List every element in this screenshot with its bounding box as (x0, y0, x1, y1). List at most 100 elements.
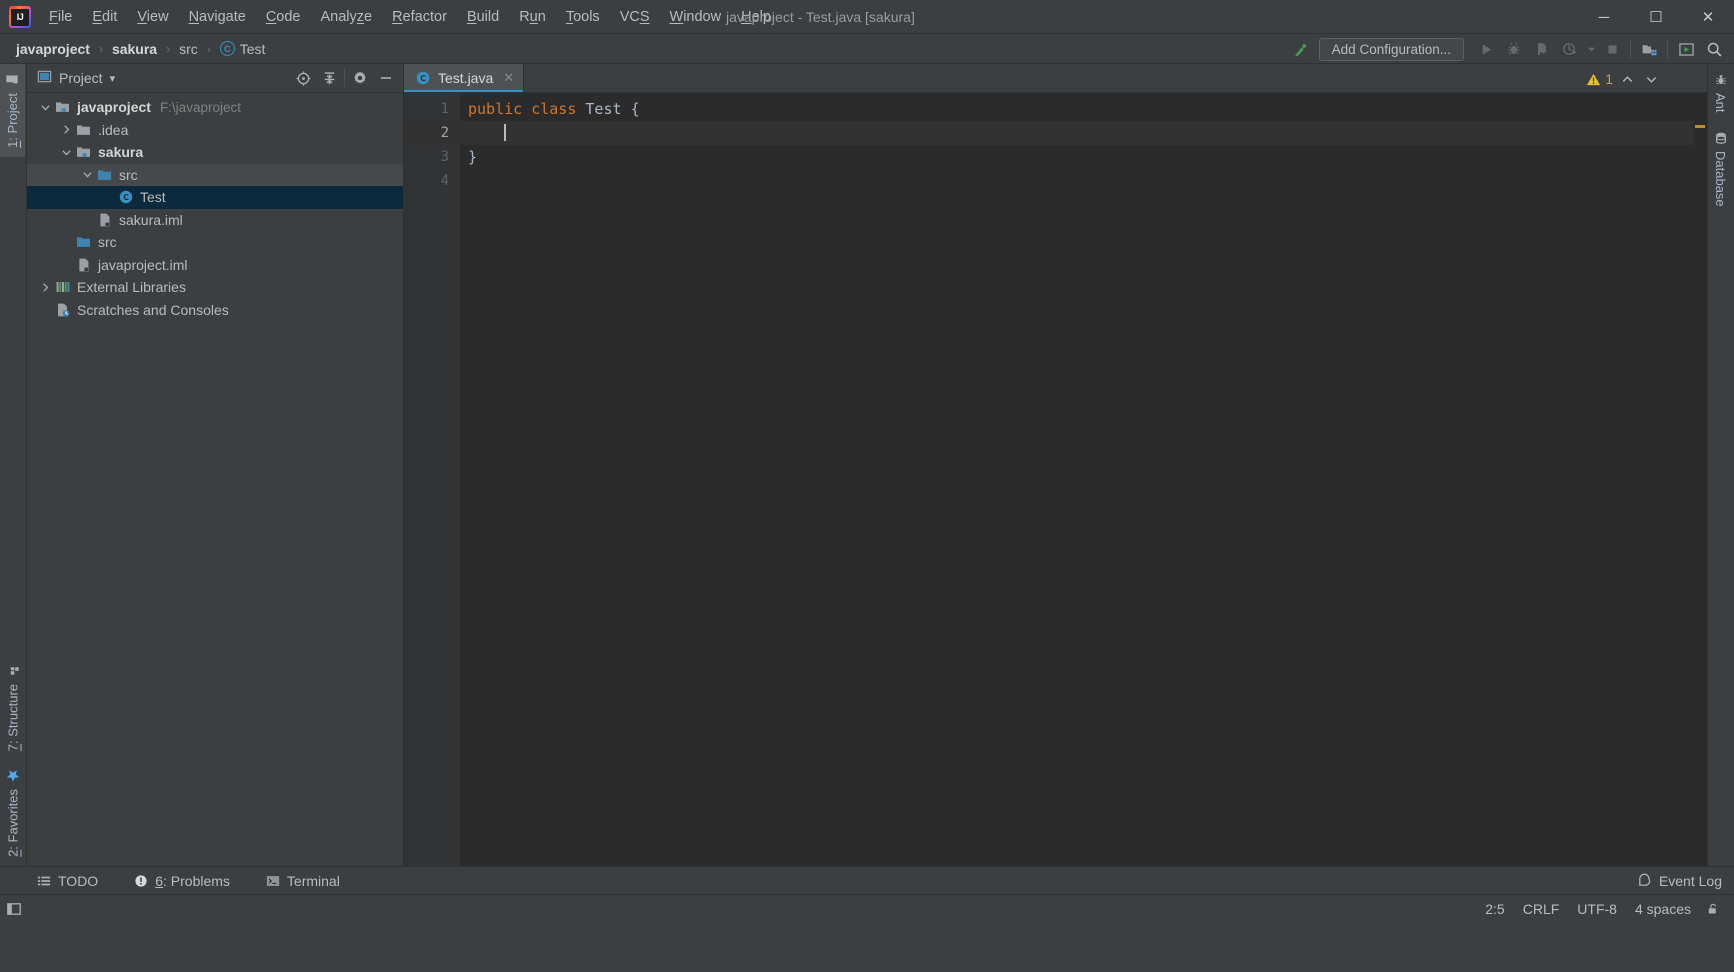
menu-code[interactable]: Code (256, 5, 311, 29)
project-panel-tools (290, 66, 399, 90)
line-separator[interactable]: CRLF (1514, 898, 1569, 920)
maximize-button[interactable]: ☐ (1630, 0, 1682, 34)
bottom-tool-problems[interactable]: 6: Problems (129, 870, 235, 892)
debug-icon[interactable] (1500, 36, 1528, 62)
tree-node-src[interactable]: src (27, 231, 403, 254)
caret-position[interactable]: 2:5 (1476, 898, 1513, 920)
stop-icon[interactable] (1598, 36, 1626, 62)
code-line-2[interactable] (460, 121, 1693, 145)
menu-file[interactable]: File (39, 5, 82, 29)
editor-tab-testjava[interactable]: C Test.java ✕ (404, 64, 525, 92)
chevron-down-icon[interactable] (1584, 36, 1598, 62)
breadcrumb-item-javaproject[interactable]: javaproject (12, 39, 94, 59)
menu-analyze[interactable]: Analyze (311, 5, 383, 29)
favorites-star-icon (6, 769, 20, 783)
chevron-down-icon[interactable] (58, 147, 75, 158)
breadcrumb-item-sakura[interactable]: sakura (108, 39, 161, 59)
menu-vcs[interactable]: VCS (610, 5, 660, 29)
tree-node-label: Scratches and Consoles (77, 301, 229, 318)
tree-node-javaproject[interactable]: javaproject F:\javaproject (27, 96, 403, 119)
line-number-1[interactable]: 1 (404, 97, 460, 121)
tree-node-label: External Libraries (77, 279, 186, 296)
run-with-coverage-icon[interactable] (1528, 36, 1556, 62)
event-log-button[interactable]: Event Log (1637, 873, 1722, 889)
tree-node-src[interactable]: src (27, 163, 403, 186)
code-line-4[interactable] (460, 169, 1693, 193)
tool-stripe-button-favorites[interactable]: 2: Favorites (0, 760, 26, 866)
tree-node-sakura[interactable]: sakura (27, 141, 403, 164)
menu-run[interactable]: Run (509, 5, 556, 29)
tree-node-scratches-and-consoles[interactable]: Scratches and Consoles (27, 299, 403, 322)
line-number-2[interactable]: 2 (404, 121, 460, 145)
bottom-tool-terminal[interactable]: Terminal (261, 870, 345, 892)
hide-panel-icon[interactable] (373, 66, 399, 90)
svg-text:C: C (420, 74, 426, 83)
indent-setting[interactable]: 4 spaces (1626, 898, 1700, 920)
breadcrumb-separator: › (166, 41, 171, 56)
menu-view[interactable]: View (127, 5, 178, 29)
warning-stripe-marker[interactable] (1695, 125, 1705, 128)
java-class-icon: C (117, 189, 135, 205)
minimize-button[interactable]: ─ (1578, 0, 1630, 34)
source-folder-icon (75, 234, 93, 250)
bottom-tool-todo[interactable]: TODO (32, 870, 103, 892)
tree-node-test[interactable]: C Test (27, 186, 403, 209)
project-panel-header: Project ▾ (27, 64, 403, 93)
menu-tools[interactable]: Tools (556, 5, 610, 29)
next-problem-button[interactable] (1641, 69, 1661, 89)
updates-icon[interactable] (1672, 36, 1700, 62)
tool-stripe-button-project[interactable]: 1: Project (0, 64, 25, 157)
project-structure-icon[interactable] (1635, 36, 1663, 62)
tree-node-external-libraries[interactable]: External Libraries (27, 276, 403, 299)
toggle-toolwindows-icon[interactable] (0, 895, 28, 923)
breadcrumb-item-src[interactable]: src (175, 39, 202, 59)
menu-edit[interactable]: Edit (82, 5, 127, 29)
locate-icon[interactable] (290, 66, 316, 90)
bottom-tool-stripe: TODO 6: Problems Terminal Event Log (0, 866, 1734, 894)
add-configuration-button[interactable]: Add Configuration... (1318, 37, 1464, 61)
token-brace: } (468, 148, 478, 166)
profile-icon[interactable] (1556, 36, 1584, 62)
inspection-widget: 1 (1586, 69, 1661, 89)
tree-node--idea[interactable]: .idea (27, 119, 403, 142)
menu-navigate[interactable]: Navigate (179, 5, 256, 29)
line-number-3[interactable]: 3 (404, 145, 460, 169)
settings-gear-icon[interactable] (347, 66, 373, 90)
menu-window[interactable]: Window (660, 5, 732, 29)
chevron-down-icon[interactable]: ▾ (110, 72, 116, 85)
line-number-4[interactable]: 4 (404, 169, 460, 193)
chevron-down-icon[interactable] (79, 169, 96, 180)
module-folder-icon (54, 99, 72, 115)
project-panel-title-button[interactable]: Project ▾ (37, 69, 115, 87)
editor-main[interactable]: 1234 public class Test { } (404, 93, 1707, 866)
project-panel-title-label: Project (59, 70, 103, 86)
code-editor[interactable]: public class Test { } (460, 93, 1693, 866)
breadcrumb-item-test[interactable]: C Test (216, 39, 270, 59)
project-tree[interactable]: javaproject F:\javaproject .idea sakura src C… (27, 93, 403, 866)
error-stripe-markers[interactable] (1693, 93, 1707, 866)
code-line-1[interactable]: public class Test { (460, 97, 1693, 121)
file-encoding[interactable]: UTF-8 (1568, 898, 1626, 920)
tool-stripe-button-ant[interactable]: Ant (1708, 64, 1733, 122)
close-icon[interactable]: ✕ (503, 70, 514, 86)
tool-stripe-button-structure[interactable]: 7: Structure (0, 655, 26, 760)
right-stripe-items: Ant Database (1708, 64, 1734, 215)
code-line-3[interactable]: } (460, 145, 1693, 169)
prev-problem-button[interactable] (1617, 69, 1637, 89)
tree-node-sakura-iml[interactable]: sakura.iml (27, 209, 403, 232)
collapse-all-icon[interactable] (316, 66, 342, 90)
search-everywhere-icon[interactable] (1700, 36, 1728, 62)
close-button[interactable]: ✕ (1682, 0, 1734, 34)
bottom-tool-label: TODO (58, 872, 99, 889)
unlocked-padlock-icon[interactable] (1700, 899, 1726, 919)
menu-refactor[interactable]: Refactor (382, 5, 457, 29)
tool-stripe-button-database[interactable]: Database (1708, 122, 1733, 216)
menu-build[interactable]: Build (457, 5, 509, 29)
build-hammer-icon[interactable] (1287, 36, 1315, 62)
run-icon[interactable] (1472, 36, 1500, 62)
tree-node-javaproject-iml[interactable]: javaproject.iml (27, 254, 403, 277)
chevron-right-icon[interactable] (37, 282, 54, 293)
chevron-right-icon[interactable] (58, 124, 75, 135)
chevron-down-icon[interactable] (37, 102, 54, 113)
